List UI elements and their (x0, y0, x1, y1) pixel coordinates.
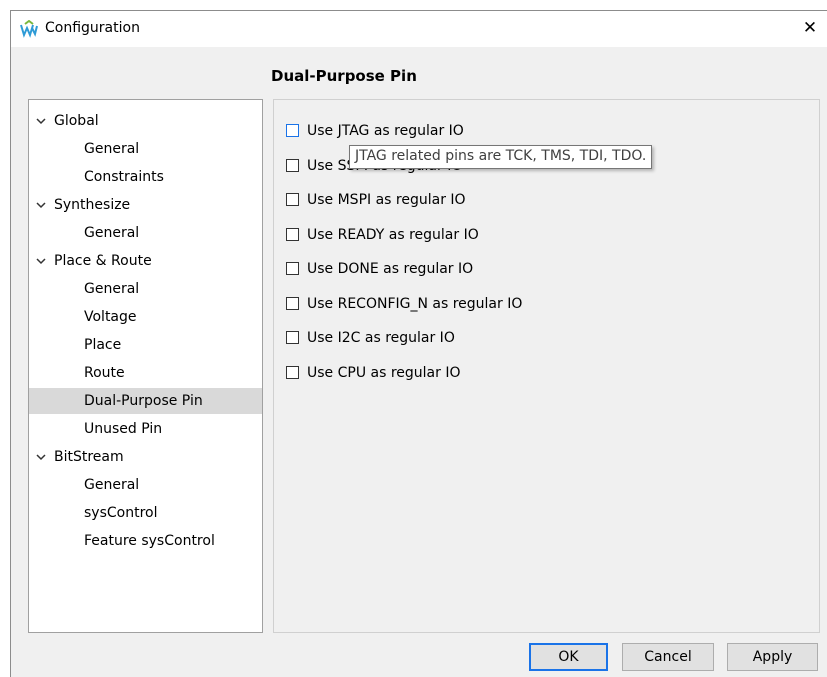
option-checkbox[interactable] (286, 124, 299, 137)
chevron-down-icon[interactable] (35, 192, 47, 218)
option-label: Use READY as regular IO (307, 226, 479, 243)
tree-item[interactable]: Constraints (29, 164, 262, 190)
gowin-logo-icon (20, 20, 38, 38)
tree-item-label: Place (84, 337, 122, 353)
tree-item-label: Feature sysControl (84, 533, 215, 549)
option-checkbox[interactable] (286, 331, 299, 344)
option-label: Use DONE as regular IO (307, 261, 474, 277)
tree-item-label: General (84, 477, 140, 493)
tree-item-label: sysControl (84, 505, 158, 521)
tree-item[interactable]: sysControl (29, 500, 262, 526)
tree-item-label: Constraints (84, 169, 164, 185)
tree-item[interactable]: BitStream (29, 444, 262, 470)
title-bar: Configuration ✕ (11, 11, 827, 47)
close-button[interactable]: ✕ (793, 11, 827, 45)
option-checkbox[interactable] (286, 227, 299, 241)
tree-item[interactable]: General (29, 276, 262, 302)
option-label: Use MSPI as regular IO (307, 192, 466, 208)
tree-item[interactable]: Unused Pin (29, 416, 262, 442)
tree-item[interactable]: Feature sysControl (29, 528, 262, 554)
tree-item-label: General (84, 141, 140, 157)
option-checkbox[interactable] (286, 365, 299, 379)
tree-item-label: Global (54, 113, 99, 129)
chevron-down-icon[interactable] (35, 108, 47, 134)
tree-item-label: Place & Route (54, 253, 152, 269)
tree-item-label: Voltage (84, 309, 137, 325)
tree-item[interactable]: Place (29, 332, 262, 358)
tree-item[interactable]: Place & Route (29, 248, 262, 274)
close-icon: ✕ (802, 18, 818, 38)
option-checkbox[interactable] (286, 262, 299, 275)
tree-item[interactable]: General (29, 220, 262, 246)
tree-item-label: BitStream (54, 449, 124, 465)
option-checkbox[interactable] (286, 296, 299, 310)
option-label: Use CPU as regular IO (307, 364, 461, 381)
tree-item[interactable]: Route (29, 360, 262, 386)
tooltip: JTAG related pins are TCK, TMS, TDI, TDO… (349, 145, 653, 169)
tree-item[interactable]: General (29, 472, 262, 498)
chevron-down-icon[interactable] (35, 248, 47, 274)
chevron-down-icon[interactable] (35, 444, 47, 470)
window-title: Configuration (45, 20, 140, 36)
option-checkbox[interactable] (286, 158, 299, 172)
option-label: Use I2C as regular IO (307, 330, 455, 346)
tree-item[interactable]: General (29, 136, 262, 162)
apply-button[interactable]: Apply (727, 643, 818, 671)
tree-item[interactable]: Dual-Purpose Pin (29, 388, 262, 414)
options-panel: Use JTAG as regular IOUse SSPI as regula… (273, 99, 820, 633)
tree-item-label: Dual-Purpose Pin (84, 393, 203, 409)
tree-item-label: Unused Pin (84, 421, 163, 437)
cancel-button[interactable]: Cancel (622, 643, 714, 671)
settings-tree: Global General Constraints Synthesize Genera… (28, 99, 263, 633)
tree-item[interactable]: Voltage (29, 304, 262, 330)
page-title: Dual-Purpose Pin (271, 67, 417, 85)
tree-item-label: Route (84, 365, 125, 381)
option-label: Use RECONFIG_N as regular IO (307, 295, 523, 312)
tree-item[interactable]: Synthesize (29, 192, 262, 218)
ok-button[interactable]: OK (529, 643, 608, 671)
tree-item[interactable]: Global (29, 108, 262, 134)
tree-item-label: General (84, 225, 140, 241)
option-checkbox[interactable] (286, 193, 299, 206)
option-label: Use JTAG as regular IO (307, 123, 464, 139)
tree-item-label: General (84, 281, 140, 297)
configuration-dialog: Configuration ✕ Dual-Purpose Pin Global G… (10, 10, 827, 677)
tree-item-label: Synthesize (54, 197, 131, 213)
